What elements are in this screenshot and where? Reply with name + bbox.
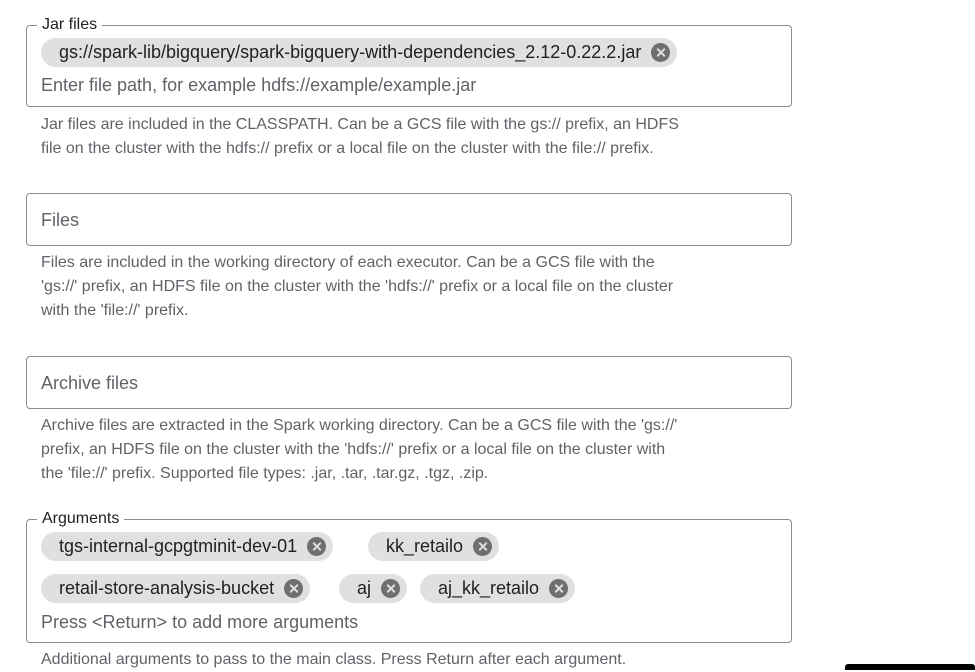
files-input[interactable]: Files bbox=[41, 210, 79, 231]
remove-chip-icon[interactable] bbox=[549, 579, 569, 598]
jar-files-field[interactable]: Jar files gs://spark-lib/bigquery/spark-… bbox=[26, 16, 792, 107]
chip-label: retail-store-analysis-bucket bbox=[59, 578, 275, 598]
remove-chip-icon[interactable] bbox=[307, 537, 327, 556]
chip-label: tgs-internal-gcpgtminit-dev-01 bbox=[59, 536, 298, 556]
remove-chip-icon[interactable] bbox=[651, 43, 671, 62]
snackbar-edge bbox=[845, 664, 975, 670]
arguments-field[interactable]: Arguments tgs-internal-gcpgtminit-dev-01… bbox=[26, 510, 792, 643]
chip-label: aj_kk_retailo bbox=[438, 578, 540, 598]
arguments-helper-text: Additional arguments to pass to the main… bbox=[41, 651, 627, 668]
files-helper-text: Files are included in the working direct… bbox=[41, 254, 674, 319]
remove-chip-icon[interactable] bbox=[284, 579, 304, 598]
argument-chip: kk_retailo bbox=[368, 532, 500, 561]
remove-chip-icon[interactable] bbox=[473, 537, 493, 556]
archive-files-helper-text: Archive files are extracted in the Spark… bbox=[41, 417, 678, 482]
jar-files-label: Jar files bbox=[37, 16, 103, 34]
remove-chip-icon[interactable] bbox=[381, 579, 401, 598]
chip-label: kk_retailo bbox=[386, 536, 464, 556]
files-field[interactable]: Files bbox=[26, 193, 792, 246]
argument-chip: aj bbox=[339, 574, 408, 603]
arguments-input[interactable]: Press <Return> to add more arguments bbox=[41, 612, 358, 633]
archive-files-input[interactable]: Archive files bbox=[41, 373, 138, 394]
chip-label: gs://spark-lib/bigquery/spark-bigquery-w… bbox=[59, 42, 642, 62]
jar-files-input[interactable]: Enter file path, for example hdfs://exam… bbox=[41, 75, 476, 96]
argument-chip: aj_kk_retailo bbox=[420, 574, 576, 603]
argument-chip: tgs-internal-gcpgtminit-dev-01 bbox=[41, 532, 334, 561]
archive-files-field[interactable]: Archive files bbox=[26, 356, 792, 409]
jar-file-chip: gs://spark-lib/bigquery/spark-bigquery-w… bbox=[41, 38, 678, 67]
argument-chip: retail-store-analysis-bucket bbox=[41, 574, 311, 603]
jar-files-helper-text: Jar files are included in the CLASSPATH.… bbox=[41, 116, 679, 157]
chip-label: aj bbox=[357, 578, 372, 598]
arguments-label: Arguments bbox=[37, 510, 125, 528]
